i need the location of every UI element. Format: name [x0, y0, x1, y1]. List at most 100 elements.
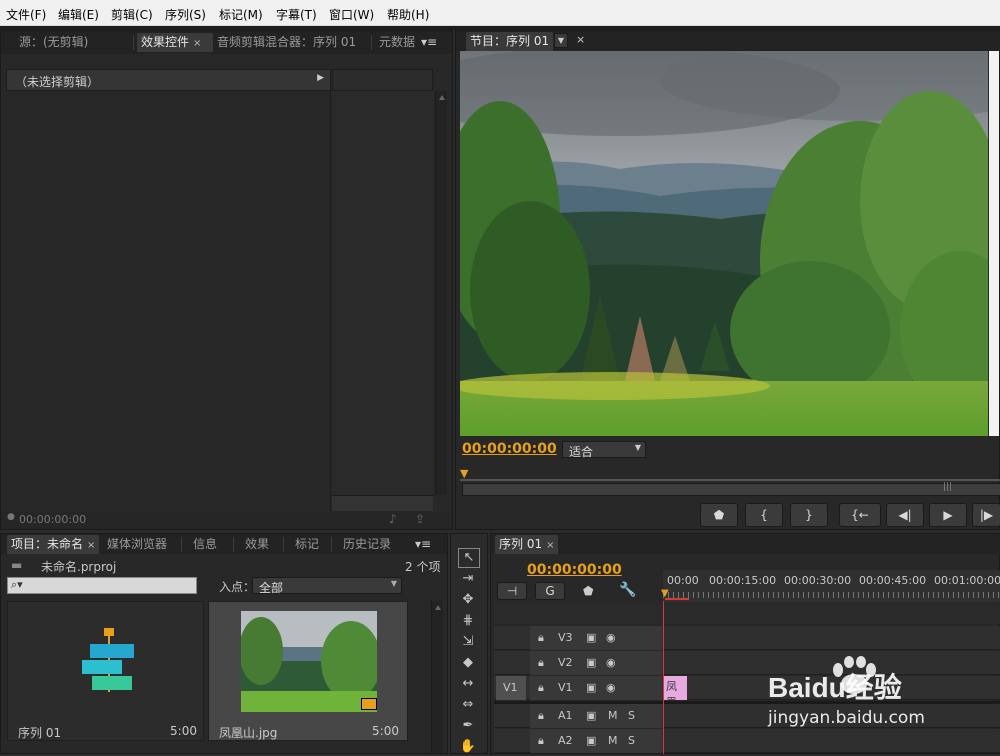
- wrench-icon[interactable]: 🔧: [619, 582, 636, 598]
- source-patch[interactable]: V1: [496, 676, 526, 700]
- film-icon[interactable]: ▣: [586, 734, 596, 747]
- menu-edit[interactable]: 编辑(E): [58, 6, 99, 23]
- lock-icon[interactable]: 🔒︎: [538, 734, 544, 748]
- menu-marker[interactable]: 标记(M): [219, 6, 263, 23]
- film-icon[interactable]: ▣: [586, 631, 596, 644]
- ruler-label: 00:00: [667, 574, 699, 587]
- linked-selection-button[interactable]: G: [535, 582, 565, 600]
- program-timecode[interactable]: 00:00:00:00: [462, 441, 557, 457]
- play-button[interactable]: ▶: [929, 503, 967, 527]
- menu-title[interactable]: 字幕(T): [276, 6, 317, 23]
- watermark-brand: Baidu经验: [768, 672, 902, 703]
- tab-project[interactable]: 项目：未命名 ×: [7, 535, 100, 554]
- effect-controls-panel: 源：(无剪辑) 效果控件 × 音频剪辑混合器：序列 01 元数据 ▾≡ （未选择剪…: [0, 30, 453, 530]
- add-marker-icon[interactable]: ⬟: [583, 584, 593, 598]
- snap-button[interactable]: ⊣: [497, 582, 527, 600]
- hand-tool-icon[interactable]: ✋: [458, 738, 478, 756]
- in-point-select[interactable]: 全部 ▼: [252, 577, 402, 595]
- dropdown-icon[interactable]: ▼: [554, 33, 568, 48]
- tab-audio-clip-mixer[interactable]: 音频剪辑混合器：序列 01: [213, 33, 360, 52]
- tab-sequence-label: 序列 01: [499, 537, 543, 551]
- search-input[interactable]: ⌕▾: [7, 577, 197, 594]
- project-item[interactable]: 凤凰山.jpg 5:00: [208, 601, 408, 741]
- solo-button[interactable]: S: [628, 709, 635, 722]
- eye-icon[interactable]: ◉: [606, 681, 616, 694]
- track-select-tool-icon[interactable]: ⇥: [458, 570, 478, 588]
- film-icon[interactable]: ▣: [586, 681, 596, 694]
- tab-info[interactable]: 信息: [189, 535, 221, 554]
- item-name: 序列 01: [18, 726, 62, 740]
- sequence-icon: [82, 628, 134, 692]
- step-forward-button[interactable]: |▶: [972, 503, 1000, 527]
- playhead-line: [663, 601, 664, 754]
- zoom-scrollbar[interactable]: |||: [462, 482, 1000, 496]
- lock-icon[interactable]: 🔒︎: [538, 681, 544, 695]
- vertical-scrollbar[interactable]: [435, 91, 447, 495]
- film-icon[interactable]: ▣: [586, 709, 596, 722]
- razor-tool-icon[interactable]: ◆: [458, 654, 478, 672]
- folder-icon: ▬: [11, 558, 23, 572]
- menu-help[interactable]: 帮助(H): [387, 6, 429, 23]
- tab-source[interactable]: 源：(无剪辑): [15, 33, 92, 52]
- track-spacer: [494, 603, 1000, 624]
- horizontal-scrollbar[interactable]: [332, 495, 433, 511]
- source-timecode: 00:00:00:00: [19, 513, 87, 526]
- play-triangle-icon[interactable]: ▶: [317, 73, 324, 83]
- solo-button[interactable]: S: [628, 734, 635, 747]
- tab-markers[interactable]: 标记: [291, 535, 323, 554]
- item-name: 凤凰山.jpg: [219, 726, 278, 740]
- tab-program[interactable]: 节目：序列 01: [466, 32, 554, 51]
- menu-sequence[interactable]: 序列(S): [165, 6, 206, 23]
- watermark-url: jingyan.baidu.com: [768, 708, 925, 728]
- panel-menu-icon[interactable]: ▾≡: [417, 33, 441, 52]
- lock-icon[interactable]: 🔒︎: [538, 631, 544, 645]
- time-ruler[interactable]: 00:00 00:00:15:00 00:00:30:00 00:00:45:0…: [661, 570, 1000, 602]
- go-to-in-button[interactable]: {←: [839, 503, 881, 527]
- selection-tool-icon[interactable]: ↖: [458, 548, 480, 568]
- menu-clip[interactable]: 剪辑(C): [111, 6, 153, 23]
- menu-window[interactable]: 窗口(W): [329, 6, 374, 23]
- tab-sequence[interactable]: 序列 01 ×: [495, 535, 559, 554]
- mark-in-button[interactable]: {: [745, 503, 783, 527]
- close-icon[interactable]: ×: [193, 38, 201, 49]
- eye-icon[interactable]: ◉: [606, 631, 616, 644]
- step-back-button[interactable]: ◀|: [886, 503, 924, 527]
- tab-effects[interactable]: 效果: [241, 535, 273, 554]
- tab-media-browser[interactable]: 媒体浏览器: [103, 535, 171, 554]
- mute-button[interactable]: M: [608, 734, 618, 747]
- tab-history[interactable]: 历史记录: [339, 535, 395, 554]
- track-v3: 🔒︎ V3 ▣ ◉: [494, 626, 1000, 650]
- pen-tool-icon[interactable]: ✒: [458, 717, 478, 735]
- project-filename: 未命名.prproj: [41, 560, 117, 574]
- add-marker-button[interactable]: ⬟: [700, 503, 738, 527]
- mark-out-button[interactable]: }: [790, 503, 828, 527]
- fit-select-value: 适合: [569, 445, 594, 459]
- rolling-edit-tool-icon[interactable]: ⋕: [458, 612, 478, 630]
- eye-icon[interactable]: ◉: [606, 656, 616, 669]
- audio-icon[interactable]: ♪: [389, 512, 397, 526]
- fit-select[interactable]: 适合 ▼: [562, 441, 646, 459]
- menu-file[interactable]: 文件(F): [6, 6, 46, 23]
- slip-tool-icon[interactable]: ↔: [458, 675, 478, 693]
- mute-button[interactable]: M: [608, 709, 618, 722]
- timeline-clip[interactable]: 凤凰: [664, 676, 687, 700]
- lock-icon[interactable]: 🔒︎: [538, 709, 544, 723]
- export-icon[interactable]: ⇪: [415, 512, 425, 526]
- mark-out-icon: }: [805, 508, 813, 522]
- project-item[interactable]: 序列 01 5:00: [7, 601, 204, 741]
- ripple-edit-tool-icon[interactable]: ✥: [458, 591, 478, 609]
- panel-menu-icon[interactable]: ▾≡: [411, 535, 435, 554]
- vertical-scrollbar[interactable]: [431, 601, 443, 753]
- timeline-timecode[interactable]: 00:00:00:00: [527, 562, 622, 578]
- tab-effect-controls[interactable]: 效果控件 ×: [137, 33, 213, 52]
- chevron-down-icon: ▼: [390, 579, 397, 588]
- rate-stretch-tool-icon[interactable]: ⇲: [458, 633, 478, 651]
- tab-metadata[interactable]: 元数据: [375, 33, 423, 52]
- close-icon[interactable]: ×: [87, 540, 95, 551]
- close-icon[interactable]: ×: [546, 540, 554, 551]
- close-icon[interactable]: ×: [576, 33, 585, 46]
- slide-tool-icon[interactable]: ⇔: [458, 696, 478, 714]
- lock-icon[interactable]: 🔒︎: [538, 656, 544, 670]
- film-icon[interactable]: ▣: [586, 656, 596, 669]
- mark-in-icon: {: [760, 508, 768, 522]
